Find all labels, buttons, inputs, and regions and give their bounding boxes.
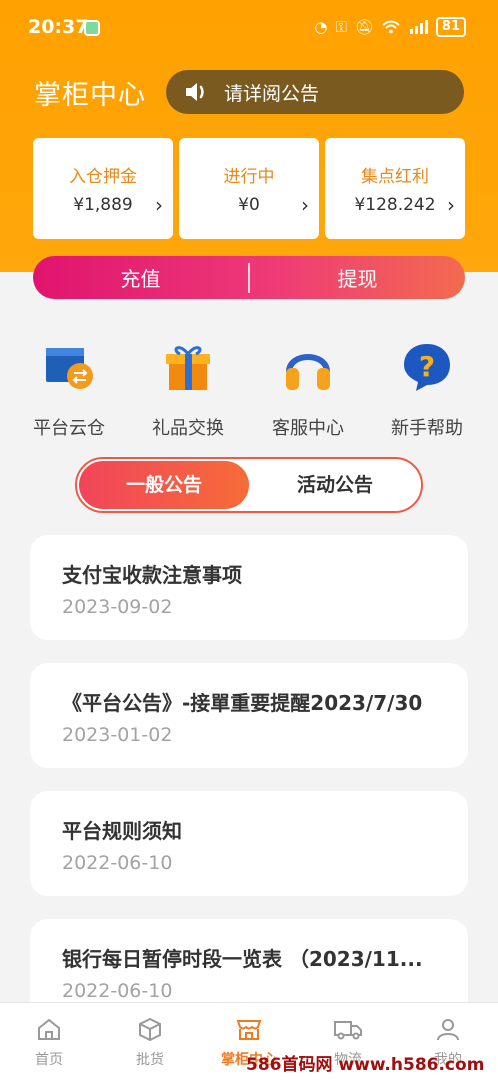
notice-button[interactable]: 请详阅公告 <box>166 70 464 114</box>
page-title: 掌柜中心 <box>34 80 146 111</box>
stat-value: ¥128.242 <box>354 195 436 215</box>
announcement-title: 《平台公告》-接單重要提醒2023/7/30 <box>62 691 423 715</box>
chevron-right-icon: › <box>301 193 309 217</box>
announcement-title: 平台规则须知 <box>62 819 182 843</box>
announcement-date: 2023-01-02 <box>62 724 173 746</box>
stat-label: 进行中 <box>223 167 275 187</box>
shortcut-cloud-warehouse[interactable]: 平台云仓 <box>14 340 124 440</box>
hd-call-icon: ◔ <box>314 18 328 36</box>
action-bar: 充值 提现 <box>33 256 465 299</box>
shortcut-gift-exchange[interactable]: 礼品交换 <box>133 340 243 440</box>
stat-card-bonus[interactable]: 集点红利 ¥128.242 › <box>325 138 465 239</box>
tab-general-announcements[interactable]: 一般公告 <box>79 461 249 509</box>
shortcut-label: 新手帮助 <box>391 418 463 439</box>
chevron-right-icon: › <box>155 193 163 217</box>
stat-label: 入仓押金 <box>69 167 137 187</box>
nav-wholesale[interactable]: 批货 <box>110 1017 190 1069</box>
shortcut-label: 客服中心 <box>272 418 344 439</box>
watermark: 586首码网 www.h586.com <box>246 1055 485 1075</box>
nav-label: 批货 <box>136 1052 164 1068</box>
truck-icon <box>334 1021 362 1040</box>
store-icon <box>236 1020 262 1040</box>
announcement-card[interactable]: 支付宝收款注意事项 2023-09-02 <box>30 535 468 640</box>
box-icon <box>139 1017 161 1042</box>
status-bar: 20:37 ◔ ⚿ 🔕︎ 81 <box>0 0 498 56</box>
announcement-title: 银行每日暂停时段一览表 （2023/11... <box>62 947 423 971</box>
announcement-title: 支付宝收款注意事项 <box>62 563 242 587</box>
tab-activity-announcements[interactable]: 活动公告 <box>249 461 421 509</box>
home-icon <box>38 1018 60 1040</box>
announcement-date: 2022-06-10 <box>62 852 173 874</box>
mute-icon: 🔕︎ <box>354 18 374 36</box>
shortcut-label: 平台云仓 <box>33 418 105 439</box>
shortcut-label: 礼品交换 <box>152 418 224 439</box>
cloud-warehouse-icon <box>46 348 93 389</box>
notification-app-icon <box>84 20 100 36</box>
shortcut-newbie-help[interactable]: ? 新手帮助 <box>372 340 482 440</box>
stat-card-in-progress[interactable]: 进行中 ¥0 › <box>179 138 319 239</box>
help-icon: ? <box>404 344 450 391</box>
announcement-date: 2022-06-10 <box>62 980 173 1002</box>
announcement-card[interactable]: 平台规则须知 2022-06-10 <box>30 791 468 896</box>
stat-card-deposit[interactable]: 入仓押金 ¥1,889 › <box>33 138 173 239</box>
user-icon <box>437 1019 459 1041</box>
announcement-card[interactable]: 《平台公告》-接單重要提醒2023/7/30 2023-01-02 <box>30 663 468 768</box>
nav-home[interactable]: 首页 <box>9 1017 89 1069</box>
announcement-tabs: 一般公告 活动公告 <box>75 457 423 513</box>
notice-text: 请详阅公告 <box>224 82 320 105</box>
recharge-button[interactable]: 充值 <box>33 263 248 292</box>
withdraw-button[interactable]: 提现 <box>250 263 465 292</box>
gift-icon <box>166 346 210 390</box>
battery-indicator: 81 <box>435 17 466 37</box>
headphones-icon <box>286 354 330 390</box>
announcement-date: 2023-09-02 <box>62 596 173 618</box>
stat-value: ¥0 <box>238 195 260 215</box>
stat-label: 集点红利 <box>361 167 429 187</box>
stat-value: ¥1,889 <box>73 195 133 215</box>
status-icons: ◔ ⚿ 🔕︎ 81 <box>314 17 466 37</box>
shortcut-customer-service[interactable]: 客服中心 <box>253 340 363 440</box>
wifi-icon <box>382 20 400 34</box>
nav-label: 首页 <box>35 1052 63 1068</box>
status-time: 20:37 <box>28 16 89 38</box>
chevron-right-icon: › <box>447 193 455 217</box>
speaker-icon <box>186 83 204 101</box>
signal-icon <box>409 20 428 34</box>
key-icon: ⚿ <box>335 18 347 36</box>
svg-text:?: ? <box>419 350 435 383</box>
